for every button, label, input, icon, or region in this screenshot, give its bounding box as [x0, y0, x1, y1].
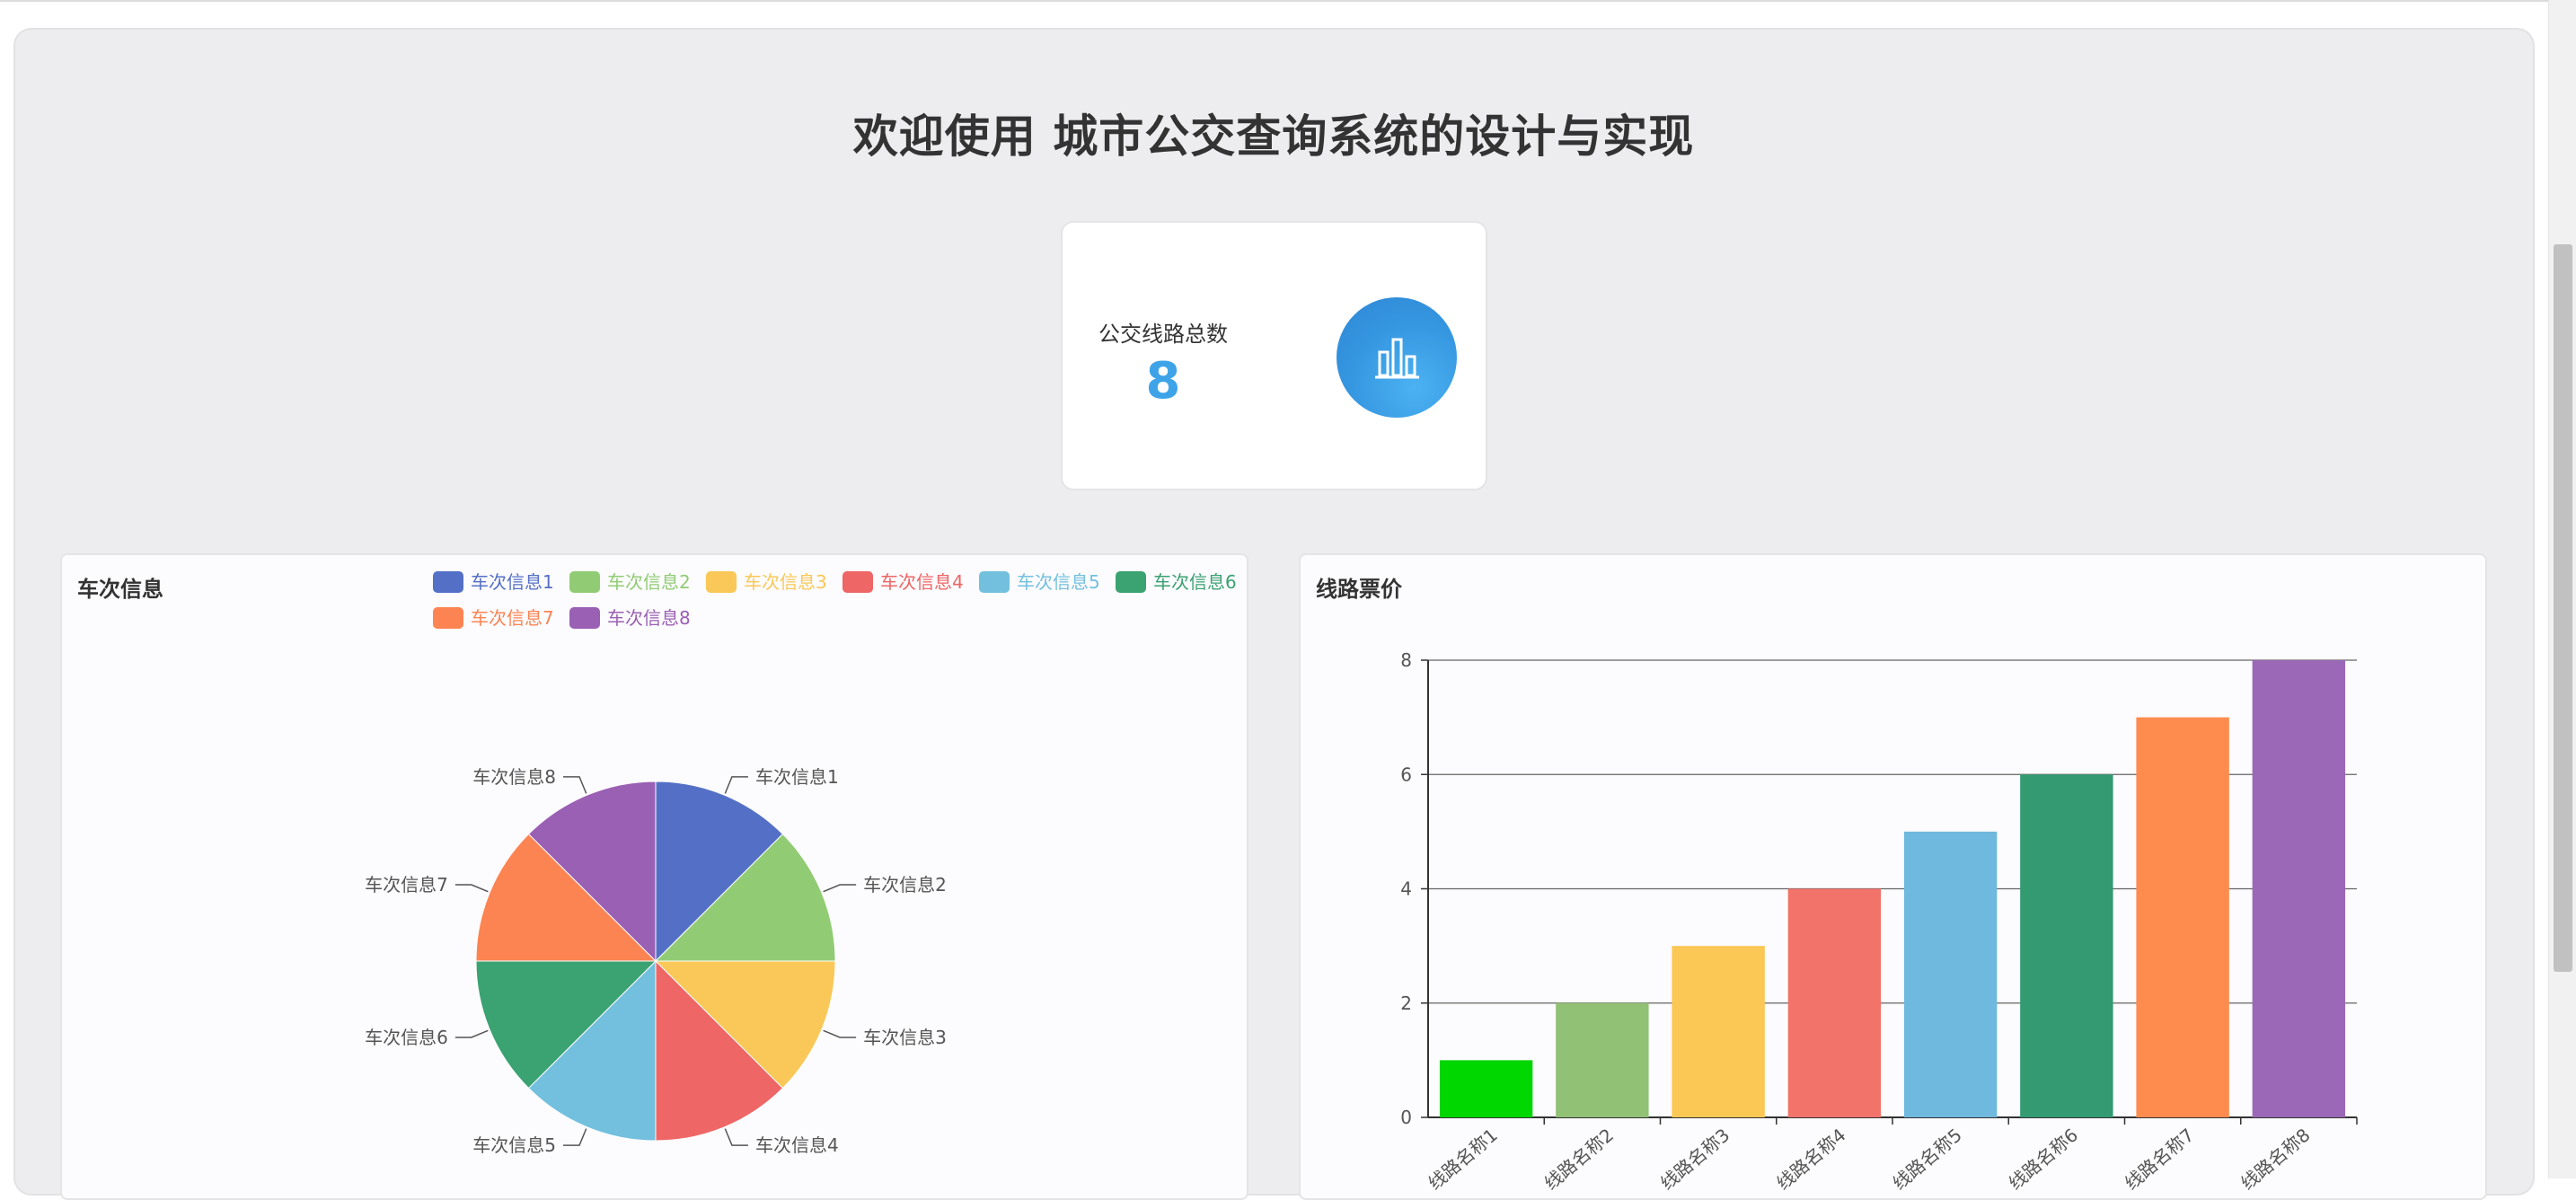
y-tick-label-3: 6 — [1400, 763, 1412, 785]
pie-leader-line-8 — [563, 776, 587, 794]
legend-label-8[interactable]: 车次信息8 — [607, 607, 691, 629]
pie-label-3: 车次信息3 — [863, 1027, 947, 1048]
pie-leader-line-3 — [823, 1029, 857, 1038]
vertical-scrollbar[interactable] — [2548, 0, 2576, 1178]
legend-label-3[interactable]: 车次信息3 — [744, 571, 827, 593]
pie-label-8: 车次信息8 — [472, 766, 556, 788]
route-count-value: 8 — [1145, 352, 1181, 410]
bar-1[interactable] — [1439, 1060, 1533, 1117]
bar-7[interactable] — [2136, 717, 2229, 1117]
legend-label-1[interactable]: 车次信息1 — [471, 571, 554, 593]
legend-swatch-8[interactable] — [569, 607, 600, 629]
legend-swatch-4[interactable] — [842, 571, 873, 593]
x-tick-label-5: 线路名称5 — [1888, 1124, 1965, 1194]
route-count-card: 公交线路总数 8 — [1061, 221, 1487, 490]
pie-label-6: 车次信息6 — [365, 1027, 448, 1048]
legend-label-6[interactable]: 车次信息6 — [1153, 571, 1237, 593]
window-top-edge — [0, 0, 2576, 2]
bar-8[interactable] — [2252, 660, 2346, 1117]
bar-6[interactable] — [2020, 774, 2113, 1117]
legend-swatch-6[interactable] — [1116, 571, 1146, 593]
legend-swatch-2[interactable] — [569, 571, 600, 593]
y-tick-label-4: 8 — [1400, 649, 1412, 671]
legend-label-7[interactable]: 车次信息7 — [471, 607, 554, 629]
fare-bar-chart: 0 2 4 6 8 线路名称1 线路名称2 线路名称3 线路名称4 线路名称5 线路名称6 线路名称7… — [1400, 649, 2358, 1194]
pie-leader-line-1 — [724, 776, 748, 794]
legend-label-2[interactable]: 车次信息2 — [607, 571, 691, 593]
y-tick-label-2: 4 — [1400, 878, 1412, 900]
fare-panel: 线路票价 0 2 4 6 8 线路名称1 线路名称2 线路名称3 线路名称4 线路名称5 线路名称6… — [1299, 553, 2487, 1200]
x-tick-label-6: 线路名称6 — [2005, 1124, 2082, 1194]
bar-4[interactable] — [1787, 888, 1882, 1118]
legend-label-4[interactable]: 车次信息4 — [880, 571, 964, 593]
x-tick-label-3: 线路名称3 — [1656, 1124, 1734, 1194]
x-tick-label-8: 线路名称8 — [2236, 1124, 2314, 1194]
y-tick-label-0: 0 — [1400, 1107, 1412, 1128]
pie-label-1: 车次信息1 — [755, 766, 839, 788]
page-title: 欢迎使用 城市公交查询系统的设计与实现 — [852, 110, 1695, 163]
trip-info-panel: 车次信息 车次信息1 车次信息2 车次信息3 车次信息4 车次信息5 车次信息6 车次信息7… — [60, 553, 1248, 1200]
pie-label-5: 车次信息5 — [472, 1134, 556, 1156]
x-tick-label-2: 线路名称2 — [1540, 1124, 1618, 1194]
legend-swatch-7[interactable] — [433, 607, 463, 629]
legend-label-5[interactable]: 车次信息5 — [1017, 571, 1100, 593]
pie-label-7: 车次信息7 — [365, 874, 448, 896]
bar-2[interactable] — [1556, 1002, 1649, 1117]
bar-5[interactable] — [1903, 831, 1998, 1117]
y-tick-label-1: 2 — [1400, 993, 1412, 1014]
scrollbar-thumb[interactable] — [2554, 244, 2572, 972]
bar-3[interactable] — [1672, 946, 1765, 1117]
legend-swatch-5[interactable] — [979, 571, 1010, 593]
legend-swatch-3[interactable] — [706, 571, 737, 593]
x-tick-label-4: 线路名称4 — [1772, 1124, 1849, 1194]
bar-chart-icon — [1337, 297, 1457, 418]
x-tick-label-7: 线路名称7 — [2121, 1124, 2198, 1194]
pie-leader-line-2 — [823, 884, 857, 893]
x-tick-label-1: 线路名称1 — [1424, 1124, 1501, 1194]
pie-leader-line-6 — [454, 1029, 489, 1038]
pie-label-4: 车次信息4 — [755, 1134, 839, 1156]
pie-label-2: 车次信息2 — [863, 874, 947, 896]
pie-leader-line-7 — [454, 884, 489, 893]
pie-leader-line-4 — [724, 1128, 748, 1146]
trip-info-pie-chart: 车次信息1 车次信息2 车次信息3 车次信息4 车次信息5 车次信息6 车次信息7 车次信息8… — [365, 571, 1237, 1156]
legend-swatch-1[interactable] — [433, 571, 463, 593]
pie-leader-line-5 — [563, 1128, 587, 1146]
route-count-label: 公交线路总数 — [1098, 322, 1228, 347]
